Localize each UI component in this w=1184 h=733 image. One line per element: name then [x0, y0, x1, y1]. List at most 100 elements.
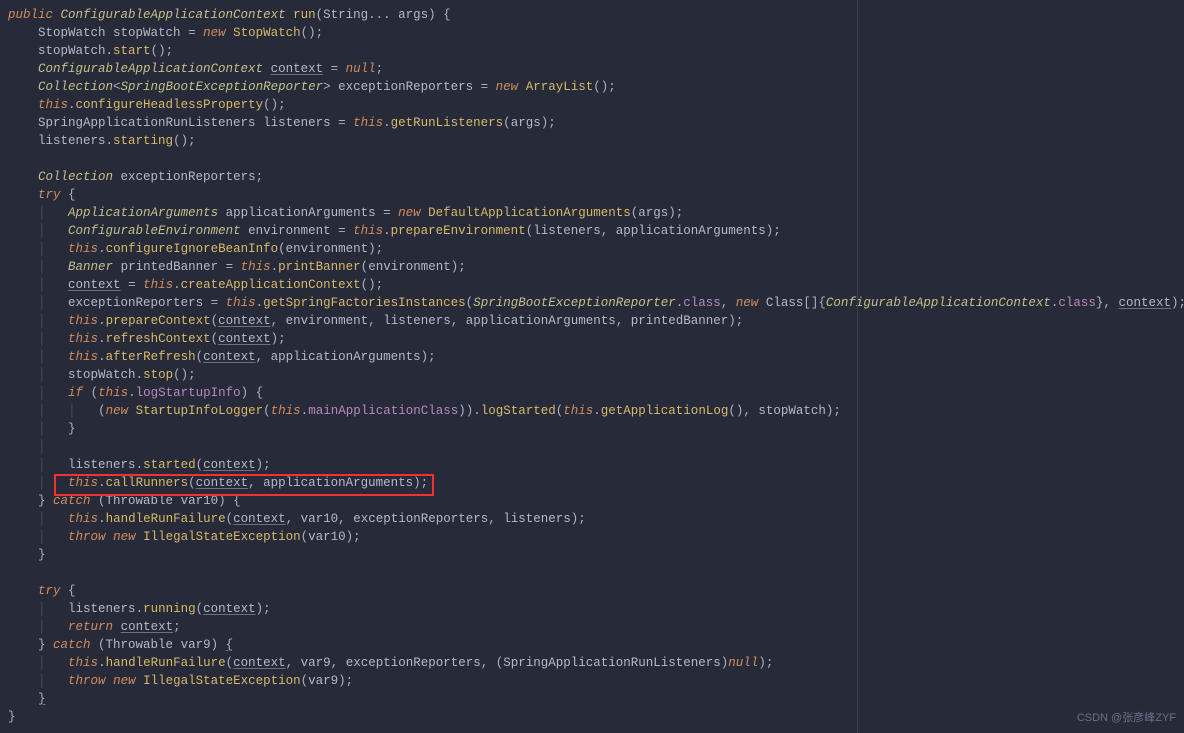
- type: Throwable: [106, 494, 174, 508]
- field-class: class: [1058, 296, 1096, 310]
- var: var10: [301, 512, 339, 526]
- keyword-this: this: [38, 98, 68, 112]
- var: environment: [286, 242, 369, 256]
- type: IllegalStateException: [143, 530, 301, 544]
- var: exceptionReporters: [346, 656, 481, 670]
- var-context: context: [196, 476, 249, 490]
- keyword-this: this: [68, 242, 98, 256]
- method: prepareContext: [106, 314, 211, 328]
- method: stop: [143, 368, 173, 382]
- keyword-new: new: [113, 674, 136, 688]
- var: environment: [248, 224, 331, 238]
- method: logStarted: [481, 404, 556, 418]
- var: applicationArguments: [226, 206, 376, 220]
- keyword-this: this: [353, 116, 383, 130]
- keyword-public: public: [8, 8, 53, 22]
- type: SpringBootExceptionReporter: [121, 80, 324, 94]
- code-content[interactable]: public ConfigurableApplicationContext ru…: [0, 6, 1184, 726]
- var: printedBanner: [631, 314, 729, 328]
- type: StopWatch: [38, 26, 106, 40]
- keyword-this: this: [563, 404, 593, 418]
- type: Class: [766, 296, 804, 310]
- var: stopWatch: [38, 44, 106, 58]
- keyword-null: null: [728, 656, 758, 670]
- var: applicationArguments: [466, 314, 616, 328]
- var: exceptionReporters: [68, 296, 203, 310]
- keyword-this: this: [241, 260, 271, 274]
- var: var9: [308, 674, 338, 688]
- keyword-this: this: [68, 512, 98, 526]
- var-context: context: [233, 512, 286, 526]
- method: prepareEnvironment: [391, 224, 526, 238]
- method: configureIgnoreBeanInfo: [106, 242, 279, 256]
- keyword-null: null: [346, 62, 376, 76]
- method: started: [143, 458, 196, 472]
- type: Throwable: [106, 638, 174, 652]
- var: applicationArguments: [271, 350, 421, 364]
- param: args: [398, 8, 428, 22]
- keyword-throw: throw: [68, 674, 106, 688]
- var: var9: [181, 638, 211, 652]
- keyword-this: this: [226, 296, 256, 310]
- keyword-catch: catch: [53, 638, 91, 652]
- keyword-new: new: [203, 26, 226, 40]
- var-context: context: [218, 332, 271, 346]
- var: stopWatch: [68, 368, 136, 382]
- var-context: context: [233, 656, 286, 670]
- keyword-new: new: [736, 296, 759, 310]
- keyword-this: this: [353, 224, 383, 238]
- type: IllegalStateException: [143, 674, 301, 688]
- keyword-new: new: [113, 530, 136, 544]
- method: createApplicationContext: [181, 278, 361, 292]
- var-context: context: [68, 278, 121, 292]
- keyword-catch: catch: [53, 494, 91, 508]
- var-context: context: [271, 62, 324, 76]
- keyword-this: this: [68, 476, 98, 490]
- method: handleRunFailure: [106, 512, 226, 526]
- var-context: context: [203, 458, 256, 472]
- method: starting: [113, 134, 173, 148]
- method: refreshContext: [106, 332, 211, 346]
- keyword-new: new: [398, 206, 421, 220]
- method-callrunners: callRunners: [106, 476, 189, 490]
- method: afterRefresh: [106, 350, 196, 364]
- type: SpringApplicationRunListeners: [38, 116, 256, 130]
- type: ConfigurableApplicationContext: [38, 62, 263, 76]
- type: SpringApplicationRunListeners: [503, 656, 721, 670]
- var: printedBanner: [121, 260, 219, 274]
- method: running: [143, 602, 196, 616]
- var: listeners: [68, 458, 136, 472]
- type: Collection: [38, 80, 113, 94]
- var: listeners: [383, 314, 451, 328]
- keyword-this: this: [68, 350, 98, 364]
- keyword-this: this: [68, 332, 98, 346]
- keyword-this: this: [68, 314, 98, 328]
- type: DefaultApplicationArguments: [428, 206, 631, 220]
- keyword-new: new: [496, 80, 519, 94]
- var: applicationArguments: [616, 224, 766, 238]
- var: listeners: [503, 512, 571, 526]
- var: environment: [286, 314, 369, 328]
- right-margin-guide: [857, 0, 858, 733]
- var: applicationArguments: [263, 476, 413, 490]
- keyword-try: try: [38, 584, 61, 598]
- var: listeners: [68, 602, 136, 616]
- var: var10: [181, 494, 219, 508]
- method: start: [113, 44, 151, 58]
- keyword-return: return: [68, 620, 113, 634]
- type: StartupInfoLogger: [136, 404, 264, 418]
- var: listeners: [263, 116, 331, 130]
- keyword-throw: throw: [68, 530, 106, 544]
- method: getApplicationLog: [601, 404, 729, 418]
- type: ApplicationArguments: [68, 206, 218, 220]
- var-context: context: [218, 314, 271, 328]
- var: listeners: [533, 224, 601, 238]
- var: exceptionReporters: [338, 80, 473, 94]
- var-context: context: [1118, 296, 1171, 310]
- var: exceptionReporters: [121, 170, 256, 184]
- keyword-try: try: [38, 188, 61, 202]
- code-editor[interactable]: public ConfigurableApplicationContext ru…: [0, 0, 1184, 733]
- var: exceptionReporters: [353, 512, 488, 526]
- field: mainApplicationClass: [308, 404, 458, 418]
- var-context: context: [121, 620, 174, 634]
